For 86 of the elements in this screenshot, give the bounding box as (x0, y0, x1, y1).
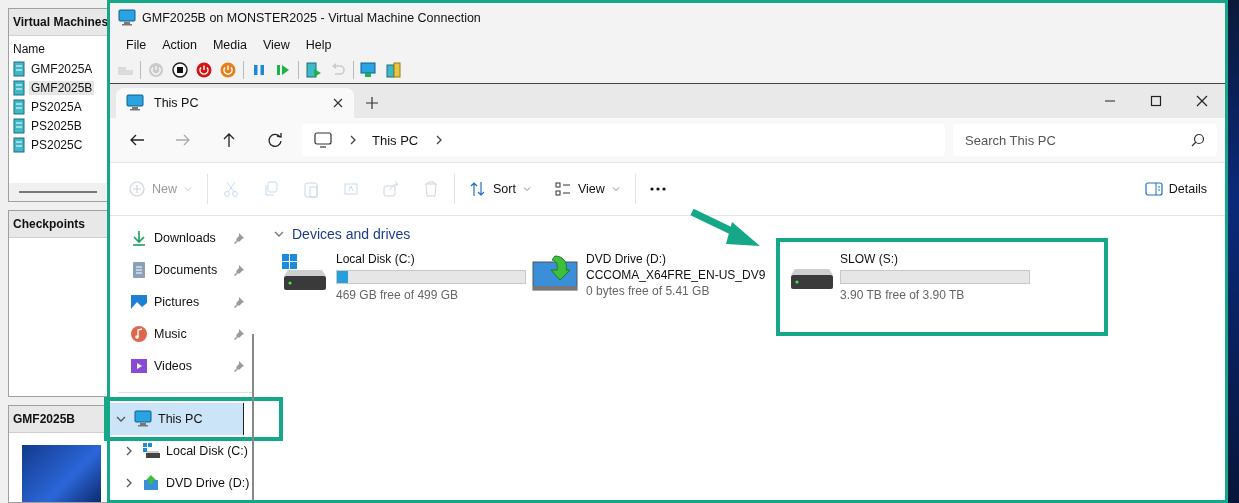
drive-name[interactable]: Local Disk (C:) (336, 252, 526, 266)
panel-title: GMF2025B (9, 406, 107, 433)
vm-list-item[interactable]: PS2025C (29, 137, 85, 152)
nav-item[interactable]: Documents (154, 263, 226, 277)
copy-icon (262, 180, 280, 198)
menu-item[interactable]: File (118, 38, 155, 52)
list-view-icon (553, 180, 572, 198)
tree-item[interactable]: Local Disk (C:) (166, 444, 260, 458)
close-icon[interactable] (1196, 95, 1208, 107)
annotation-arrow (690, 208, 760, 246)
menu-item[interactable]: Help (297, 38, 340, 52)
panel-title: Virtual Machines (9, 9, 107, 36)
stop-icon[interactable] (171, 61, 189, 79)
server-icon (13, 79, 25, 96)
picture-icon (130, 293, 148, 311)
share-icon (382, 180, 400, 198)
monitor-icon (134, 410, 152, 428)
plus-icon (366, 97, 378, 109)
free-space-text: 0 bytes free of 5.41 GB (586, 284, 711, 298)
monitor-icon (126, 94, 144, 112)
drive-icon (142, 442, 160, 460)
tree-item[interactable]: DVD Drive (D:) (166, 476, 260, 490)
monitor-icon (314, 131, 332, 149)
details-pane-icon (1144, 181, 1163, 197)
power-icon[interactable] (195, 61, 213, 79)
drive-name[interactable]: DVD Drive (D:) (586, 252, 766, 266)
plus-circle-icon (128, 180, 146, 198)
download-icon (130, 229, 148, 247)
address-bar[interactable]: This PC (302, 124, 945, 156)
volume-label: CCCOMA_X64FRE_EN-US_DV9 (586, 268, 766, 282)
drive-name[interactable]: SLOW (S:) (840, 252, 1030, 266)
refresh-icon[interactable] (266, 131, 284, 149)
server-icon (13, 136, 25, 153)
trash-icon (422, 180, 440, 198)
nav-item[interactable]: Videos (154, 359, 226, 373)
document-icon (130, 261, 148, 279)
rename-icon (342, 180, 360, 198)
server-icon (13, 98, 25, 115)
video-icon (130, 357, 148, 375)
scissors-icon (222, 180, 240, 198)
power-icon[interactable] (219, 61, 237, 79)
caret-icon (183, 184, 193, 194)
vm-list-item[interactable]: GMF2025A (29, 61, 95, 76)
vm-list-item[interactable]: GMF2025B (29, 80, 95, 95)
tree-item[interactable]: This PC (158, 412, 243, 426)
nav-item[interactable]: Music (154, 327, 226, 341)
menu-item[interactable]: Media (204, 38, 255, 52)
breadcrumb-item[interactable]: This PC (372, 132, 419, 148)
scrollbar[interactable] (252, 334, 254, 500)
caret-icon (521, 184, 532, 194)
caret-icon (610, 184, 621, 194)
more-icon (649, 187, 666, 191)
dvd-drive-icon (530, 252, 580, 292)
dvd-drive-icon (142, 474, 160, 492)
sort-button[interactable]: Sort (461, 173, 540, 205)
menu-item[interactable]: Action (154, 38, 205, 52)
drive-icon (790, 268, 834, 290)
view-button[interactable]: View (545, 173, 629, 205)
details-button[interactable]: Details (1136, 173, 1215, 205)
vm-list-item[interactable]: PS2025B (29, 118, 84, 133)
scrollbar[interactable] (9, 183, 107, 201)
monitor-icon[interactable] (360, 61, 378, 79)
search-icon (1191, 133, 1205, 147)
sort-icon (469, 180, 487, 198)
tab-label: This PC (154, 96, 200, 110)
maximize-icon[interactable] (1150, 95, 1162, 107)
close-icon[interactable] (332, 97, 344, 109)
music-note-icon (130, 325, 148, 343)
vm-list-item[interactable]: PS2025A (29, 99, 84, 114)
menu-item[interactable]: View (254, 38, 298, 52)
server-icon (13, 60, 25, 77)
server-icon (13, 117, 25, 134)
free-space-text: 469 GB free of 499 GB (336, 288, 460, 302)
search-field[interactable]: Search This PC (953, 124, 1217, 156)
clipboard-icon (302, 180, 320, 198)
window-title: GMF2025B on MONSTER2025 - Virtual Machine Connection (142, 11, 481, 25)
monitor-icon (118, 9, 136, 27)
panel-title: Checkpoints (9, 211, 107, 238)
server-icon[interactable] (384, 61, 402, 79)
tab[interactable]: This PC (116, 88, 354, 118)
nav-item[interactable]: Downloads (154, 231, 226, 245)
nav-item[interactable]: Pictures (154, 295, 226, 309)
column-header: Name (12, 41, 46, 58)
free-space-text: 3.90 TB free of 3.90 TB (840, 288, 966, 302)
section-title[interactable]: Devices and drives (292, 226, 411, 242)
server-play-icon[interactable] (305, 61, 323, 79)
